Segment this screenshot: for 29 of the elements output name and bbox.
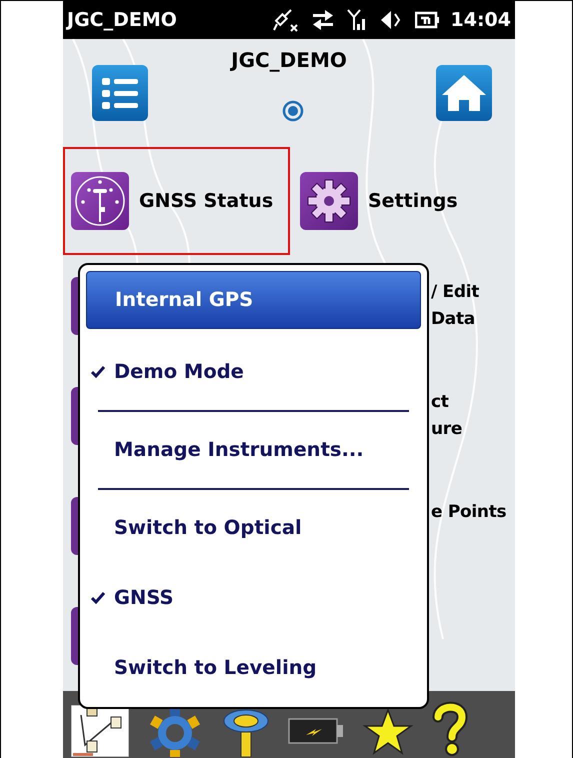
- list-menu-icon[interactable]: [92, 65, 148, 121]
- check-icon: [91, 592, 105, 604]
- tile-label: ure: [431, 418, 462, 441]
- menu-item[interactable]: Internal GPS: [86, 271, 421, 329]
- app-title: JGC_DEMO: [67, 8, 177, 33]
- tile-label: ct: [431, 391, 450, 414]
- tile-label: Data: [431, 308, 476, 331]
- tile-label: e Points: [431, 501, 506, 524]
- screen-title: JGC_DEMO: [231, 47, 347, 74]
- page-indicator-dot: [282, 100, 304, 122]
- launcher-tile[interactable]: GNSS Status: [63, 147, 290, 255]
- speaker-icon: [378, 8, 403, 32]
- menu-item[interactable]: Switch to Optical: [86, 493, 421, 563]
- tile-label: / Edit: [431, 281, 480, 304]
- launcher-tile[interactable]: Settings: [290, 147, 460, 255]
- menu-item[interactable]: Switch to Leveling: [86, 633, 421, 703]
- transfer-arrows-icon: [310, 8, 335, 32]
- gear-icon: [300, 172, 358, 230]
- menu-item[interactable]: GNSS: [86, 563, 421, 633]
- survey-plot-icon[interactable]: [71, 705, 129, 757]
- signal-icon: [346, 8, 367, 32]
- star-icon[interactable]: [363, 707, 413, 757]
- menu-item[interactable]: Manage Instruments...: [86, 415, 421, 485]
- home-icon[interactable]: [436, 65, 492, 121]
- satellite-off-icon: [272, 8, 299, 32]
- check-icon: [91, 366, 105, 378]
- help-icon[interactable]: [430, 701, 470, 757]
- clock-time: 14:04: [450, 8, 511, 33]
- menu-item[interactable]: Demo Mode: [86, 337, 421, 407]
